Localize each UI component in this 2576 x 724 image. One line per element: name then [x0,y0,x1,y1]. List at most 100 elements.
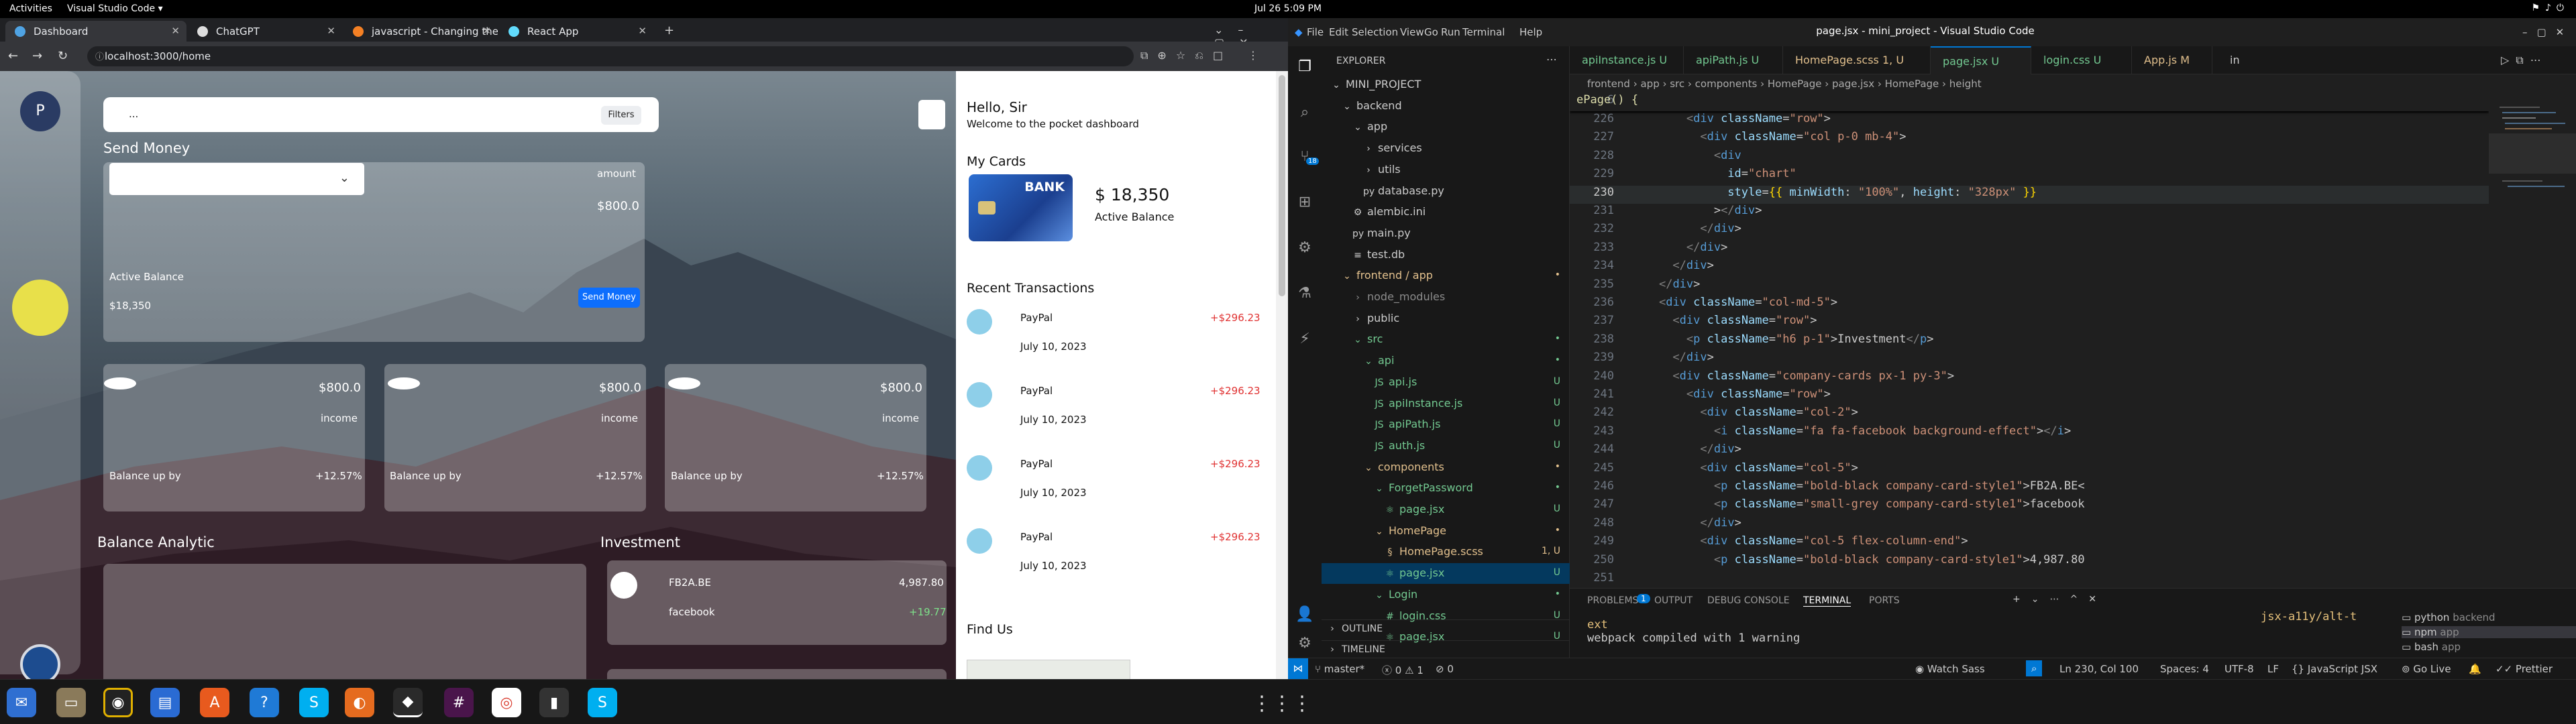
menu-square-button[interactable] [918,100,945,129]
chrome-icon[interactable]: ◎ [492,688,521,717]
editor-tab[interactable]: page.jsx U [1931,46,2031,74]
skype-icon[interactable]: S [588,688,617,717]
app-menu[interactable]: Visual Studio Code ▾ [67,3,163,14]
code-line[interactable]: 240 <div className="company-cards px-1 p… [1570,369,2489,387]
rhythmbox-icon[interactable]: ◉ [103,688,133,717]
tree-item[interactable]: py main.py [1322,223,1570,244]
close-icon[interactable]: ✕ [638,25,647,37]
tree-item[interactable]: ⌄ components • [1322,457,1570,478]
code-line[interactable]: 250 <p className="bold-black company-car… [1570,553,2489,571]
tab-chatgpt[interactable]: ChatGPT ✕ [188,21,342,42]
tree-item[interactable]: ⌄ HomePage • [1322,521,1570,542]
code-line[interactable]: 237 <div className="row"> [1570,314,2489,332]
ports-status[interactable]: ⊘ 0 [1436,663,1454,675]
editor-actions[interactable]: ▷⧉⋯ [2489,46,2576,74]
tree-item[interactable]: › node_modules [1322,287,1570,308]
cursor-position[interactable]: Ln 230, Col 100 [2059,663,2139,675]
info-icon[interactable]: ⓘ [95,50,104,62]
sticky-scroll-line[interactable]: 6 ePage() { [1570,93,2489,111]
clock[interactable]: Jul 26 5:09 PM [1214,3,1362,14]
panel-tab[interactable]: TERMINAL [1803,595,1851,607]
code-line[interactable]: 230 style={{ minWidth: "100%", height: "… [1570,185,2489,204]
new-tab-icon[interactable]: + [664,23,674,38]
menu-file[interactable]: File [1307,26,1324,38]
panel-actions[interactable]: +⌄⋯^✕ [2012,594,2107,605]
prettier-status[interactable]: ✓✓ Prettier [2496,663,2553,675]
terminal-output[interactable]: ext webpack compiled with 1 warning [1587,618,1800,645]
code-line[interactable]: 238 <p className="h6 p-1">Investment</p> [1570,333,2489,351]
terminal-icon[interactable]: ▮ [539,688,569,717]
url-field[interactable]: ⓘ localhost:3000/home [87,46,1134,66]
extension-icons[interactable]: ⧉⊕☆⎌□ [1140,49,1232,62]
tree-item[interactable]: JS apiPath.js U [1322,414,1570,435]
go-live-button[interactable]: ⊚ Go Live [2402,663,2451,675]
editor-tab[interactable]: HomePage.scss 1, U [1783,46,1931,74]
language-mode[interactable]: {} JavaScript JSX [2292,663,2377,675]
window-controls[interactable]: –▢✕ [2522,26,2573,38]
tab-dashboard[interactable]: Dashboard ✕ [5,21,186,42]
source-control-icon[interactable]: ⑂ 18 [1295,148,1319,167]
tree-item[interactable]: ⌄ app [1322,117,1570,137]
system-tray-icons[interactable]: ⚑♪⏻ [2496,3,2569,13]
forward-icon[interactable]: → [32,49,42,63]
tree-item[interactable]: § HomePage.scss 1, U [1322,542,1570,562]
tree-item[interactable]: JS auth.js U [1322,436,1570,457]
code-line[interactable]: 248 </div> [1570,516,2489,534]
logo-icon[interactable] [20,644,60,679]
search-icon[interactable]: ⌕ [1295,104,1314,123]
indentation[interactable]: Spaces: 4 [2160,663,2209,675]
investment-card[interactable] [607,669,947,679]
tree-item[interactable]: py database.py [1322,181,1570,202]
testing-icon[interactable]: ⚗ [1295,285,1314,304]
terminal-instance[interactable]: ▭ python backend [2402,611,2576,623]
tree-item[interactable]: JS api.js U [1322,372,1570,393]
minimap[interactable] [2489,93,2576,588]
reload-icon[interactable]: ↻ [58,49,68,63]
tab-stackoverflow[interactable]: javascript - Changing the ✕ [343,21,498,42]
close-icon[interactable]: ✕ [171,25,180,37]
menu-help[interactable]: Help [1519,26,1542,38]
recipient-select[interactable]: ⌄ [109,163,364,195]
code-line[interactable]: 228 <div [1570,149,2489,167]
editor-tab[interactable]: login.css U [2031,46,2132,74]
extensions-icon[interactable]: ⊞ [1295,194,1314,213]
outline-section[interactable]: › OUTLINE [1322,619,1570,640]
search-input[interactable]: ... [129,108,138,120]
code-line[interactable]: 243 <i className="fa fa-facebook backgro… [1570,424,2489,442]
tree-item[interactable]: ≡ test.db [1322,245,1570,265]
search-icon[interactable]: ⌕ [2026,660,2043,676]
terminal-instance[interactable]: ▭ bash app [2402,641,2576,653]
tree-item[interactable]: › utils [1322,160,1570,180]
page-scrollbar[interactable] [1276,71,1288,679]
thunderbird-icon[interactable]: ✉ [7,688,36,717]
editor-tab[interactable]: App.js M [2132,46,2212,74]
more-actions-icon[interactable]: ⋯ [1546,53,1557,66]
vscode-dock-icon[interactable]: ◆ [393,688,423,717]
code-line[interactable]: 244 </div> [1570,442,2489,461]
search-bar[interactable]: ... Filters [103,97,659,132]
slack-icon[interactable]: # [444,688,474,717]
tree-item[interactable]: › public [1322,308,1570,329]
writer-icon[interactable]: ▤ [150,688,180,717]
code-line[interactable]: 246 <p className="bold-black company-car… [1570,479,2489,497]
avatar[interactable]: P [20,91,60,131]
code-line[interactable]: 242 <div className="col-2"> [1570,406,2489,424]
tree-item[interactable]: ⚛ page.jsx U [1322,499,1570,520]
menu-run[interactable]: Run [1441,26,1460,38]
help-icon[interactable]: ? [250,688,279,717]
menu-edit[interactable]: Edit [1329,26,1348,38]
explorer-icon[interactable]: ❐ [1295,58,1314,77]
tree-item[interactable]: ⌄ Login • [1322,585,1570,605]
tree-item[interactable]: ⌄ src • [1322,329,1570,350]
editor-tab[interactable]: apiPath.js U [1684,46,1783,74]
map-embed[interactable] [967,660,1130,679]
code-editor[interactable]: 226 <div className="row"> 227 <div classN… [1570,93,2489,588]
code-line[interactable]: 229 id="chart" [1570,167,2489,185]
panel-tab[interactable]: PROBLEMS [1587,595,1638,606]
code-line[interactable]: 241 <div className="row"> [1570,387,2489,406]
panel-tab[interactable]: DEBUG CONSOLE [1707,595,1790,606]
code-line[interactable]: 235 </div> [1570,278,2489,296]
tree-item[interactable]: ⌄ backend [1322,96,1570,117]
send-money-button[interactable]: Send Money [578,288,640,308]
panel-tab[interactable]: OUTPUT [1654,595,1693,606]
